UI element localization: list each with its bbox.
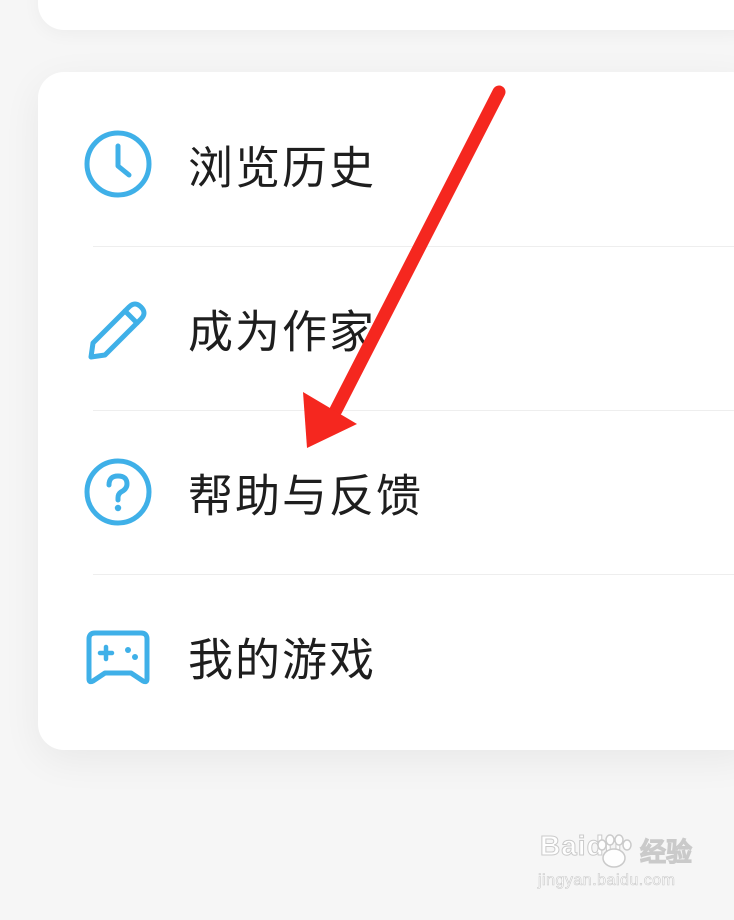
question-circle-icon	[81, 455, 155, 529]
baidu-jingyan-watermark: Baidu 经验 jingyan.baidu.com	[536, 828, 696, 898]
watermark-cn: 经验	[639, 838, 693, 869]
menu-item-label: 我的游戏	[188, 633, 377, 687]
clock-icon	[81, 127, 155, 201]
menu-item-browse-history[interactable]: 浏览历史	[38, 82, 734, 246]
menu-item-my-games[interactable]: 我的游戏	[38, 574, 734, 738]
menu-card: 浏览历史 成为作家 帮助与反馈 我的游戏	[38, 72, 734, 750]
watermark-url: jingyan.baidu.com	[538, 872, 676, 890]
gamepad-icon	[81, 619, 155, 693]
pencil-icon	[81, 291, 155, 365]
menu-item-label: 成为作家	[188, 305, 377, 359]
menu-item-become-writer[interactable]: 成为作家	[38, 246, 734, 410]
paw-icon	[597, 834, 632, 868]
previous-card	[38, 0, 734, 30]
menu-item-label: 帮助与反馈	[188, 469, 424, 523]
menu-item-help-feedback[interactable]: 帮助与反馈	[38, 410, 734, 574]
menu-item-label: 浏览历史	[188, 141, 377, 195]
